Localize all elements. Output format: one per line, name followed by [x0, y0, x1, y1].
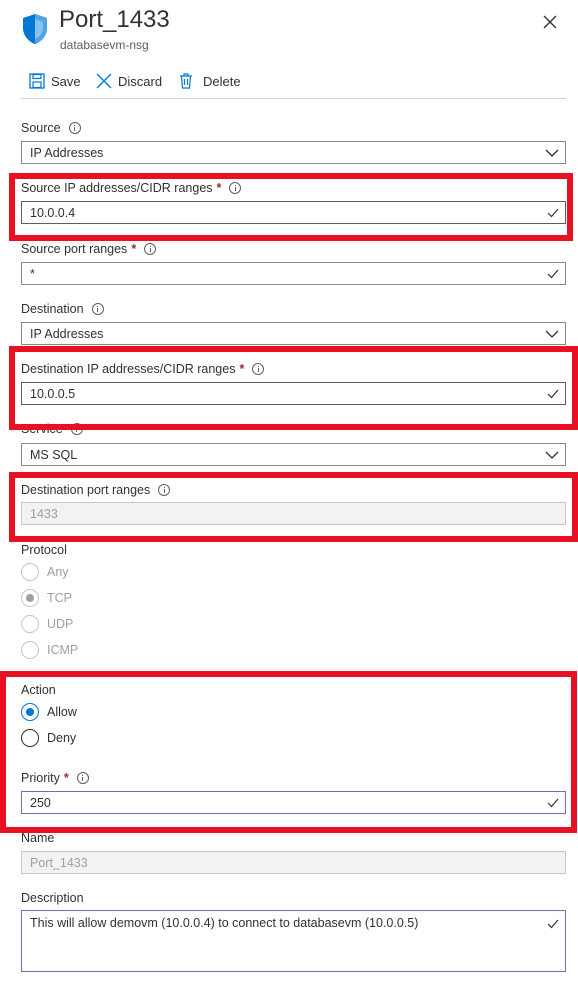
close-icon[interactable] [540, 12, 560, 32]
info-icon[interactable] [91, 303, 104, 315]
save-label: Save [51, 73, 81, 89]
highlight-box-destination-port [9, 472, 578, 542]
info-icon[interactable] [144, 243, 157, 255]
chevron-down-icon [545, 330, 559, 338]
toolbar-divider [21, 98, 566, 99]
source-label: Source [21, 121, 81, 135]
name-input: Port_1433 [21, 851, 566, 874]
page-subtitle: databasevm-nsg [60, 38, 149, 52]
protocol-option-any: Any [21, 563, 69, 581]
info-icon[interactable] [68, 122, 81, 134]
save-button[interactable]: Save [29, 70, 81, 92]
protocol-option-udp: UDP [21, 615, 73, 633]
service-dropdown[interactable]: MS SQL [21, 443, 566, 466]
discard-label: Discard [118, 73, 163, 89]
chevron-down-icon [545, 149, 559, 157]
delete-button[interactable]: Delete [179, 70, 241, 92]
source-port-label: Source port ranges * [21, 242, 157, 256]
protocol-option-icmp: ICMP [21, 641, 78, 659]
save-icon [29, 73, 45, 89]
name-label: Name [21, 831, 55, 845]
description-textarea[interactable]: This will allow demovm (10.0.0.4) to con… [21, 910, 566, 972]
source-dropdown[interactable]: IP Addresses [21, 141, 566, 164]
highlight-box-action-priority [0, 671, 577, 833]
source-port-input[interactable]: * [21, 262, 566, 285]
highlight-box-source-ip [9, 173, 573, 241]
check-icon [547, 919, 559, 929]
destination-dropdown[interactable]: IP Addresses [21, 322, 566, 345]
destination-label: Destination [21, 302, 104, 316]
page-title: Port_1433 [59, 6, 170, 33]
check-icon [547, 269, 559, 278]
protocol-option-tcp: TCP [21, 589, 72, 607]
trash-icon [180, 73, 192, 89]
chevron-down-icon [545, 451, 559, 459]
delete-label: Delete [203, 73, 241, 89]
highlight-box-destination-ip [9, 346, 578, 430]
protocol-label: Protocol [21, 543, 67, 557]
discard-button[interactable]: Discard [96, 70, 162, 92]
discard-icon [96, 73, 112, 89]
shield-icon [23, 14, 47, 44]
description-label: Description [21, 891, 84, 905]
